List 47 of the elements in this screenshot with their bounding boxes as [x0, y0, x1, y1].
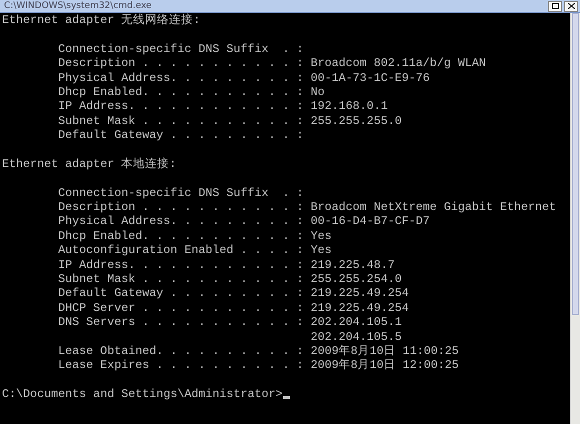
field-label: Default Gateway . . . . . . . . . : — [58, 286, 305, 301]
field-value: 2009年8月10日 11:00:25 — [310, 344, 459, 358]
field-value: 255.255.255.0 — [310, 114, 402, 128]
field-value: 255.255.254.0 — [310, 272, 402, 286]
adapter-heading: Ethernet adapter 本地连接: — [2, 156, 178, 172]
adapter-heading: Ethernet adapter 无线网络连接: — [2, 13, 202, 28]
maximize-button[interactable] — [548, 0, 562, 12]
field-label: Subnet Mask . . . . . . . . . . . : — [58, 114, 305, 128]
field-label: Connection-specific DNS Suffix . : — [58, 42, 305, 56]
field-value: 202.204.105.5 — [310, 330, 402, 344]
field-label: Autoconfiguration Enabled . . . . : — [58, 243, 305, 258]
window-title: C:\WINDOWS\system32\cmd.exe — [4, 1, 152, 11]
close-icon — [568, 3, 574, 9]
field-value: 219.225.49.254 — [310, 300, 409, 316]
field-value: Broadcom 802.11a/b/g WLAN — [310, 56, 486, 71]
field-label: Physical Address. . . . . . . . . : — [58, 214, 305, 229]
field-label: Description . . . . . . . . . . . : — [58, 56, 305, 71]
field-label: IP Address. . . . . . . . . . . . : — [58, 99, 305, 114]
field-label: Default Gateway . . . . . . . . . : — [58, 128, 305, 143]
maximize-icon — [552, 3, 558, 9]
field-value: 202.204.105.1 — [310, 315, 402, 330]
field-label: Lease Obtained. . . . . . . . . . : — [58, 344, 305, 358]
field-label: Physical Address. . . . . . . . . : — [58, 70, 305, 85]
field-value: 2009年8月10日 12:00:25 — [310, 358, 459, 373]
field-value: 192.168.0.1 — [310, 99, 388, 114]
command-prompt: C:\Documents and Settings\Administrator> — [2, 387, 283, 402]
field-value: 219.225.48.7 — [310, 258, 395, 272]
scrollbar[interactable] — [570, 13, 580, 424]
close-button[interactable] — [564, 0, 578, 12]
field-label: Dhcp Enabled. . . . . . . . . . . : — [58, 228, 305, 244]
field-value: Yes — [310, 243, 332, 258]
field-value: 219.225.49.254 — [310, 286, 409, 301]
scrollbar-thumb[interactable] — [572, 13, 579, 315]
field-value: Yes — [310, 228, 332, 244]
field-label: DHCP Server . . . . . . . . . . . : — [58, 300, 305, 316]
field-label: IP Address. . . . . . . . . . . . : — [58, 258, 305, 272]
text-cursor — [282, 396, 290, 400]
field-label: Lease Expires . . . . . . . . . . : — [58, 358, 305, 373]
field-label: DNS Servers . . . . . . . . . . . : — [58, 315, 305, 330]
field-label: Dhcp Enabled. . . . . . . . . . . : — [58, 84, 305, 100]
field-label: Subnet Mask . . . . . . . . . . . : — [58, 272, 305, 286]
field-value: Broadcom NetXtreme Gigabit Ethernet — [310, 200, 556, 214]
field-value: No — [310, 84, 325, 100]
field-value: 00-1A-73-1C-E9-76 — [310, 70, 430, 85]
field-label: Connection-specific DNS Suffix . : — [58, 186, 305, 200]
field-value: 00-16-D4-B7-CF-D7 — [310, 214, 430, 229]
field-label: Description . . . . . . . . . . . : — [58, 200, 305, 214]
